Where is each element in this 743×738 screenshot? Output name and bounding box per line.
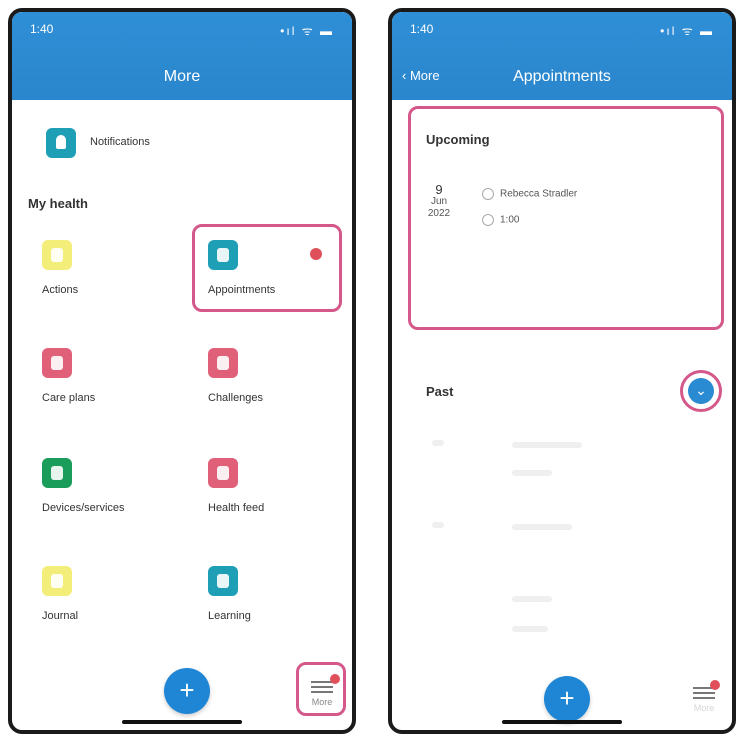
page-title: More	[163, 68, 201, 85]
my-health-heading: My health	[28, 196, 88, 211]
home-indicator	[502, 720, 622, 724]
tile-label: Care plans	[42, 392, 96, 404]
navigation-header: 1:40 •ıl ᯤ ▬ ‹ More Appointments	[392, 12, 732, 100]
tab-more-label: More	[693, 703, 715, 713]
add-button[interactable]: +	[544, 676, 590, 722]
tile-devices-services[interactable]: Devices/services	[42, 458, 182, 538]
phone-screen-more: 1:40 •ıl ᯤ ▬ More Notifications My healt…	[8, 8, 356, 734]
tile-health-feed[interactable]: Health feed	[208, 458, 348, 538]
notifications-label: Notifications	[90, 136, 150, 148]
navigation-header: 1:40 •ıl ᯤ ▬ More	[12, 12, 352, 100]
status-icons: •ıl ᯤ ▬	[660, 24, 714, 38]
actions-icon	[42, 240, 72, 270]
list-item	[432, 440, 444, 446]
status-bar: 1:40 •ıl ᯤ ▬	[30, 22, 334, 38]
tile-care-plans[interactable]: Care plans	[42, 348, 182, 428]
care-plans-icon	[42, 348, 72, 378]
list-item	[432, 522, 444, 528]
status-icons: •ıl ᯤ ▬	[280, 24, 334, 38]
list-item	[512, 470, 552, 476]
phone-screen-appointments: 1:40 •ıl ᯤ ▬ ‹ More Appointments Upcomin…	[388, 8, 736, 734]
list-item	[512, 442, 582, 448]
status-time: 1:40	[410, 22, 434, 36]
more-badge	[710, 680, 720, 690]
highlight-expand-past	[680, 370, 722, 412]
add-button[interactable]: +	[164, 668, 210, 714]
heart-icon	[208, 458, 238, 488]
book-icon	[208, 566, 238, 596]
past-heading: Past	[426, 384, 454, 399]
tile-actions[interactable]: Actions	[42, 240, 182, 320]
journal-icon	[42, 566, 72, 596]
list-item	[512, 524, 572, 530]
list-item	[512, 626, 548, 632]
highlight-appointments	[192, 224, 342, 312]
tile-label: Journal	[42, 610, 79, 622]
tile-learning[interactable]: Learning	[208, 566, 348, 646]
tile-challenges[interactable]: Challenges	[208, 348, 348, 428]
highlight-upcoming	[408, 106, 724, 330]
status-bar: 1:40 •ıl ᯤ ▬	[410, 22, 714, 38]
tile-label: Challenges	[208, 392, 264, 404]
bell-icon	[46, 128, 76, 158]
tile-label: Devices/services	[42, 502, 125, 514]
trophy-icon	[208, 348, 238, 378]
tile-label: Actions	[42, 284, 79, 296]
tile-label: Health feed	[208, 502, 265, 514]
page-title: Appointments	[513, 68, 611, 85]
tile-journal[interactable]: Journal	[42, 566, 182, 646]
watch-icon	[42, 458, 72, 488]
status-time: 1:40	[30, 22, 54, 36]
tile-label: Learning	[208, 610, 251, 622]
list-item	[512, 596, 552, 602]
home-indicator	[122, 720, 242, 724]
highlight-more-tab	[296, 662, 346, 716]
